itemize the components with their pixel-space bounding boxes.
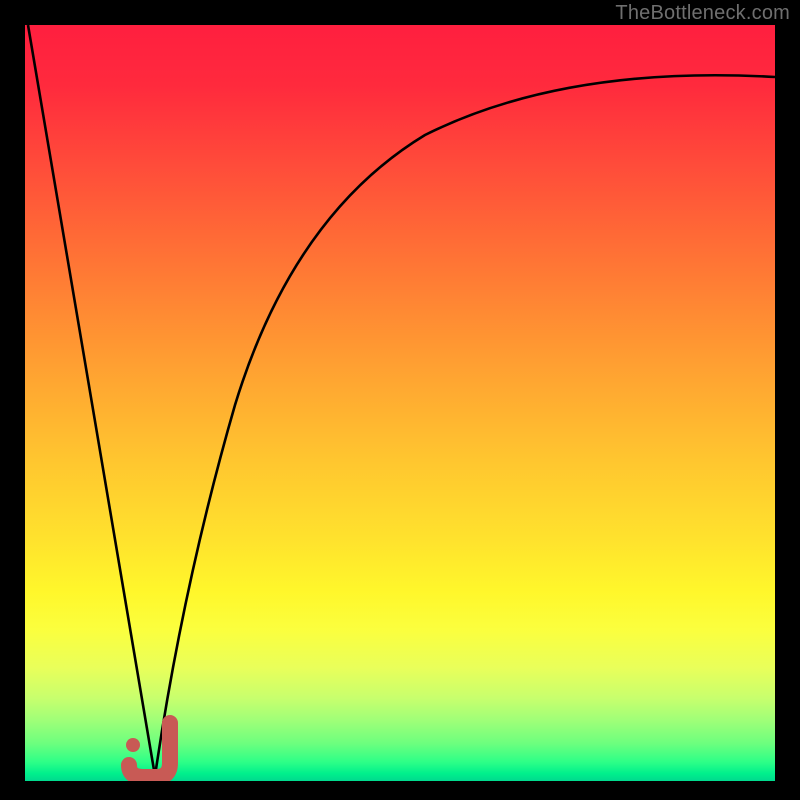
plot-area	[25, 25, 775, 781]
watermark-text: TheBottleneck.com	[615, 2, 790, 25]
bottleneck-curve	[25, 25, 775, 781]
curve-left-branch	[28, 25, 155, 776]
j-marker-dot	[126, 738, 140, 752]
chart-stage: TheBottleneck.com	[0, 0, 800, 800]
curve-right-branch	[155, 75, 775, 776]
